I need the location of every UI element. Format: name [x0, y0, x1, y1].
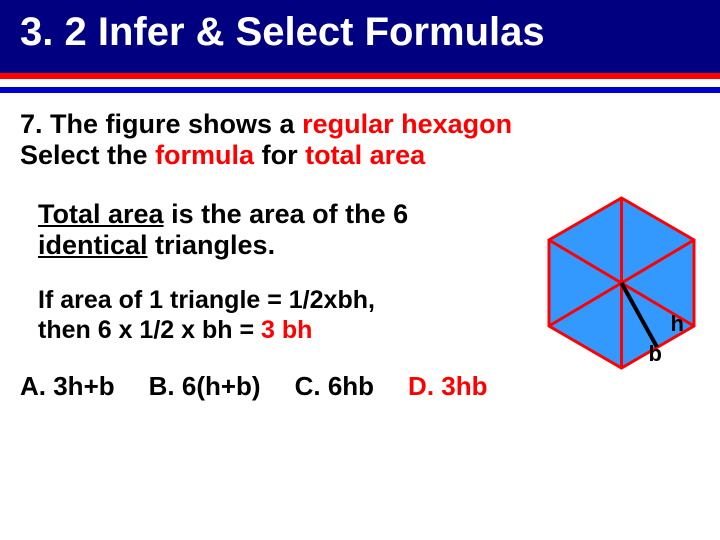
label-h: h — [671, 311, 684, 337]
question-highlight-totalarea: total area — [305, 140, 425, 170]
question-line2b: for — [254, 140, 305, 170]
formula-text: If area of 1 triangle = 1/2xbh, then 6 x… — [38, 285, 548, 345]
slide-content: 7. The figure shows a regular hexagon Se… — [0, 93, 720, 402]
question-highlight-hexagon: regular hexagon — [302, 109, 512, 139]
question-prefix: 7. The figure shows a — [20, 109, 302, 139]
formula-line2a: then 6 x 1/2 x bh = — [38, 316, 261, 344]
hint-text: Total area is the area of the 6 identica… — [38, 199, 508, 261]
hint-totalarea: Total area — [38, 199, 164, 229]
question-text: 7. The figure shows a regular hexagon Se… — [20, 109, 700, 171]
label-b: b — [649, 341, 662, 367]
option-b: B. 6(h+b) — [149, 371, 261, 402]
question-line2a: Select the — [20, 140, 155, 170]
slide-title: 3. 2 Infer & Select Formulas — [20, 10, 700, 55]
divider-gap — [0, 79, 720, 87]
hint-part4: triangles. — [148, 230, 276, 260]
option-d: D. 3hb — [408, 371, 487, 402]
hint-identical: identical — [38, 230, 148, 260]
question-highlight-formula: formula — [155, 140, 254, 170]
option-c: C. 6hb — [295, 371, 374, 402]
answer-options: A. 3h+b B. 6(h+b) C. 6hb D. 3hb — [20, 371, 700, 402]
slide-header: 3. 2 Infer & Select Formulas — [0, 0, 720, 73]
hexagon-figure — [539, 193, 704, 373]
formula-result: 3 bh — [261, 316, 312, 344]
option-a: A. 3h+b — [20, 371, 115, 402]
hint-part2: is the area of the 6 — [164, 199, 409, 229]
formula-line1: If area of 1 triangle = 1/2xbh, — [38, 286, 375, 314]
